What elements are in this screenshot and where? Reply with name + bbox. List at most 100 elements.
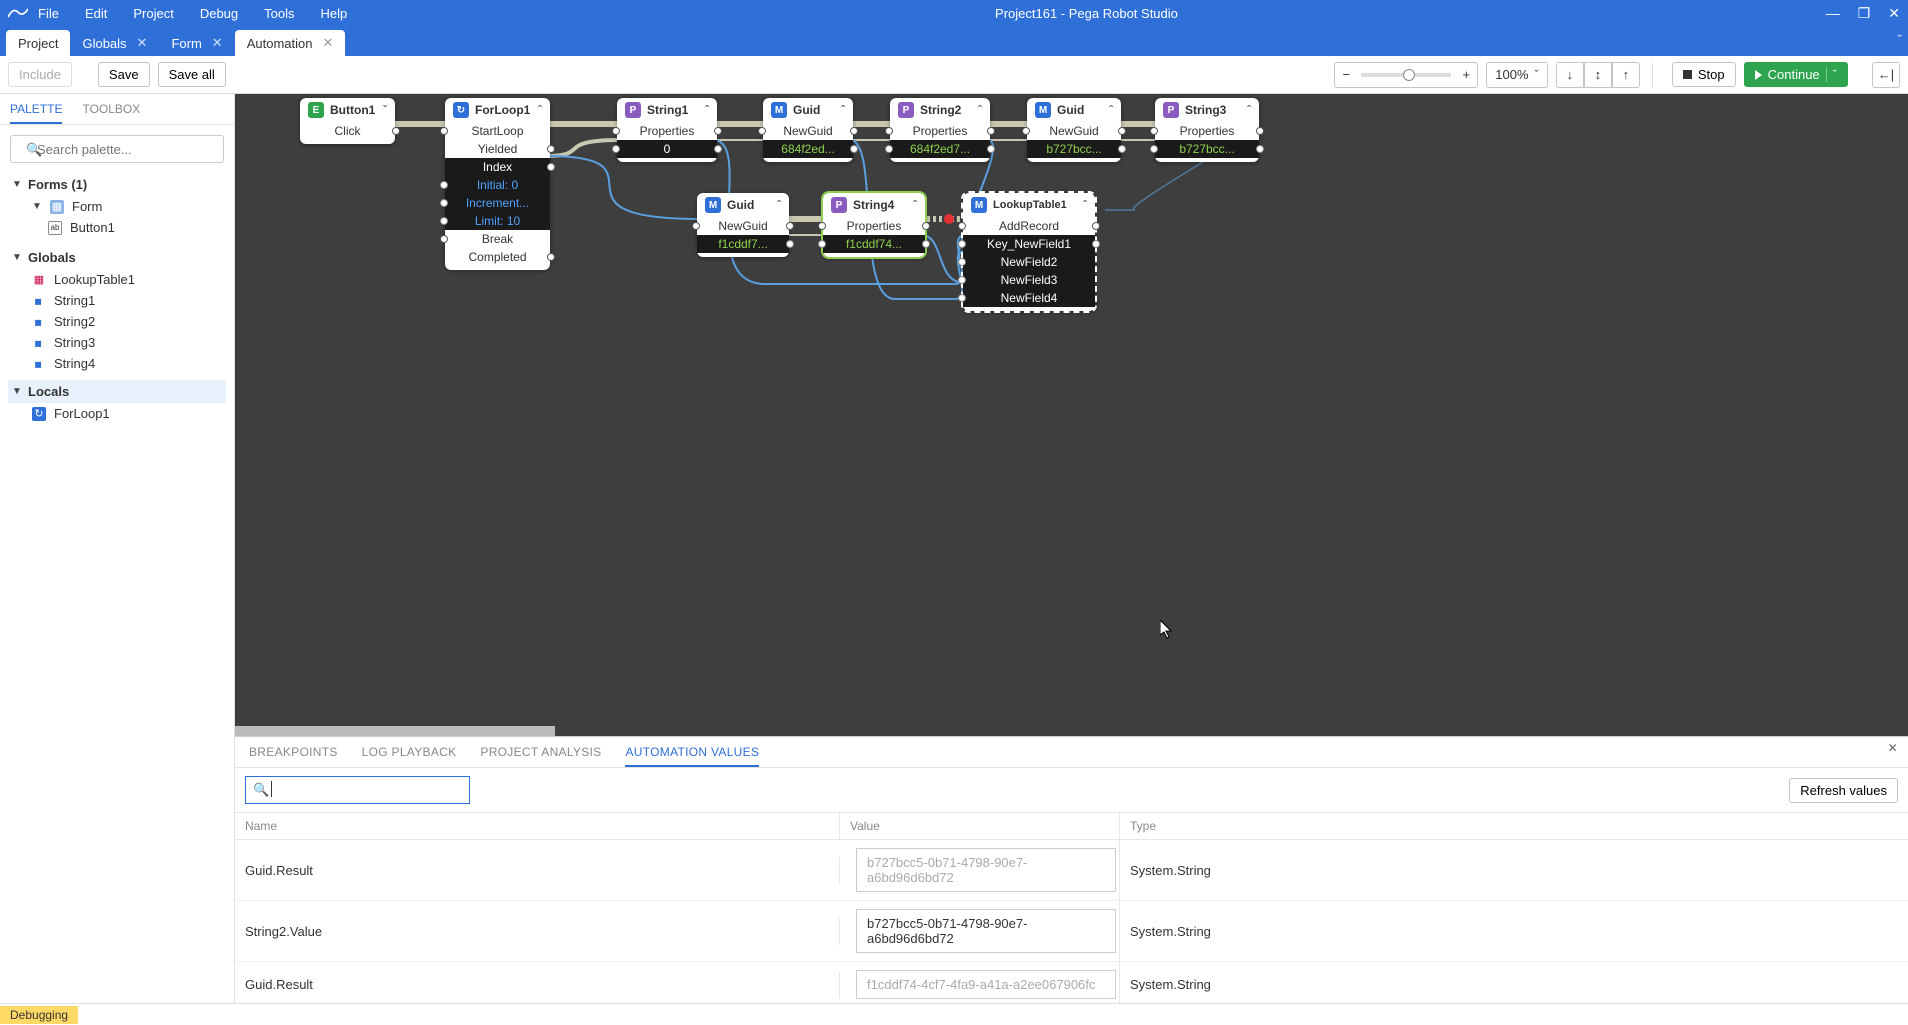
close-tab-icon[interactable]: ✕ bbox=[322, 35, 333, 51]
automation-canvas[interactable]: EButton1ˇ Click ↻ForLoop1ˆ StartLoop Yie… bbox=[235, 94, 1908, 736]
menu-tools[interactable]: Tools bbox=[264, 6, 294, 21]
close-tab-icon[interactable]: ✕ bbox=[212, 35, 223, 51]
close-panel-icon[interactable]: ✕ bbox=[1888, 741, 1898, 761]
button1-item[interactable]: abButton1 bbox=[8, 217, 226, 238]
node-guid-top2[interactable]: MGuidˆ NewGuid b727bcc... bbox=[1027, 98, 1121, 162]
chevron-down-icon[interactable]: ˇ bbox=[383, 103, 387, 117]
value-row[interactable]: Guid.Result b727bcc5-0b71-4798-90e7-a6bd… bbox=[235, 840, 1908, 901]
project-analysis-tab[interactable]: PROJECT ANALYSIS bbox=[480, 745, 601, 767]
zoom-control[interactable]: − + bbox=[1334, 62, 1478, 88]
tab-globals[interactable]: Globals✕ bbox=[70, 30, 159, 56]
maximize-icon[interactable]: ❐ bbox=[1858, 6, 1871, 20]
minimize-icon[interactable]: — bbox=[1826, 6, 1840, 20]
chevron-down-icon[interactable]: ˇ bbox=[1826, 67, 1837, 82]
menu-help[interactable]: Help bbox=[321, 6, 348, 21]
chevron-up-icon[interactable]: ˆ bbox=[1109, 103, 1113, 117]
save-button[interactable]: Save bbox=[98, 62, 150, 87]
node-string4[interactable]: PString4ˆ Properties f1cddf74... bbox=[823, 193, 925, 257]
forloop-item[interactable]: ↻ForLoop1 bbox=[8, 403, 226, 424]
column-value-header[interactable]: Value bbox=[840, 813, 1120, 839]
string2-item[interactable]: ◆String2 bbox=[8, 311, 226, 332]
palette-tree: ▼Forms (1) ▼▦Form abButton1 ▼Globals ▦Lo… bbox=[0, 173, 234, 424]
zoom-thumb[interactable] bbox=[1403, 69, 1415, 81]
string3-item[interactable]: ◆String3 bbox=[8, 332, 226, 353]
node-button1[interactable]: EButton1ˇ Click bbox=[300, 98, 395, 144]
value-row[interactable]: Guid.Result f1cddf74-4cf7-4fa9-a41a-a2ee… bbox=[235, 962, 1908, 1003]
stop-button[interactable]: Stop bbox=[1672, 62, 1736, 87]
globals-group[interactable]: ▼Globals bbox=[8, 246, 226, 269]
node-string2[interactable]: PString2ˆ Properties 684f2ed7... bbox=[890, 98, 990, 162]
node-string3[interactable]: PString3ˆ Properties b727bcc... bbox=[1155, 98, 1259, 162]
property-badge-icon: P bbox=[831, 197, 847, 213]
arrange-icon[interactable]: ↕ bbox=[1584, 62, 1612, 88]
align-up-icon[interactable]: ↑ bbox=[1612, 62, 1640, 88]
continue-label: Continue bbox=[1768, 67, 1820, 82]
tab-project[interactable]: Project bbox=[6, 30, 70, 56]
zoom-in-icon[interactable]: + bbox=[1455, 67, 1477, 82]
column-type-header[interactable]: Type bbox=[1120, 813, 1908, 839]
toolbox-tab[interactable]: TOOLBOX bbox=[82, 102, 140, 124]
close-tab-icon[interactable]: ✕ bbox=[137, 35, 148, 51]
group-label: Locals bbox=[28, 384, 69, 399]
tabs-dropdown-icon[interactable]: ˇ bbox=[1898, 32, 1902, 47]
chevron-up-icon[interactable]: ˆ bbox=[705, 103, 709, 117]
value-cell[interactable]: b727bcc5-0b71-4798-90e7-a6bd96d6bd72 bbox=[856, 909, 1116, 953]
port[interactable] bbox=[392, 127, 400, 135]
forms-group[interactable]: ▼Forms (1) bbox=[8, 173, 226, 196]
node-row: NewField4 bbox=[963, 289, 1095, 307]
node-row: NewGuid bbox=[763, 122, 853, 140]
node-title: Guid bbox=[1057, 103, 1084, 117]
lookuptable-item[interactable]: ▦LookupTable1 bbox=[8, 269, 226, 290]
chevron-up-icon[interactable]: ˆ bbox=[1083, 198, 1087, 212]
node-lookuptable1[interactable]: MLookupTable1ˆ AddRecord Key_NewField1 N… bbox=[963, 193, 1095, 311]
group-label: Globals bbox=[28, 250, 76, 265]
search-icon: 🔍 bbox=[26, 142, 42, 158]
zoom-level-dropdown[interactable]: 100% ˇ bbox=[1486, 62, 1548, 88]
chevron-up-icon[interactable]: ˆ bbox=[538, 103, 542, 117]
node-guid-bottom[interactable]: MGuidˆ NewGuid f1cddf7... bbox=[697, 193, 789, 257]
chevron-up-icon[interactable]: ˆ bbox=[841, 103, 845, 117]
close-icon[interactable]: ✕ bbox=[1888, 6, 1900, 20]
node-row: 684f2ed7... bbox=[890, 140, 990, 158]
palette-tab[interactable]: PALETTE bbox=[10, 102, 62, 124]
horizontal-scrollbar[interactable] bbox=[235, 726, 555, 736]
column-name-header[interactable]: Name bbox=[235, 813, 840, 839]
values-filter-input[interactable] bbox=[245, 776, 470, 804]
menu-project[interactable]: Project bbox=[133, 6, 173, 21]
node-forloop1[interactable]: ↻ForLoop1ˆ StartLoop Yielded Index Initi… bbox=[445, 98, 550, 270]
node-row: NewGuid bbox=[1027, 122, 1121, 140]
node-row: 684f2ed... bbox=[763, 140, 853, 158]
menu-file[interactable]: File bbox=[38, 6, 59, 21]
zoom-out-icon[interactable]: − bbox=[1335, 67, 1357, 82]
align-down-icon[interactable]: ↓ bbox=[1556, 62, 1584, 88]
stop-icon bbox=[1683, 70, 1692, 79]
back-icon[interactable]: ←| bbox=[1872, 62, 1900, 88]
breakpoints-tab[interactable]: BREAKPOINTS bbox=[249, 745, 338, 767]
chevron-up-icon[interactable]: ˆ bbox=[978, 103, 982, 117]
continue-button[interactable]: Continue ˇ bbox=[1744, 62, 1848, 87]
chevron-up-icon[interactable]: ˆ bbox=[1247, 103, 1251, 117]
loop-icon: ↻ bbox=[32, 407, 46, 421]
zoom-slider[interactable] bbox=[1361, 73, 1451, 77]
item-label: String3 bbox=[54, 335, 95, 350]
node-title: String1 bbox=[647, 103, 688, 117]
tab-automation[interactable]: Automation✕ bbox=[235, 30, 346, 56]
string4-item[interactable]: ◆String4 bbox=[8, 353, 226, 374]
string1-item[interactable]: ◆String1 bbox=[8, 290, 226, 311]
chevron-up-icon[interactable]: ˆ bbox=[913, 198, 917, 212]
node-row: b727bcc... bbox=[1155, 140, 1259, 158]
automation-values-tab[interactable]: AUTOMATION VALUES bbox=[625, 745, 759, 767]
value-row[interactable]: String2.Value b727bcc5-0b71-4798-90e7-a6… bbox=[235, 901, 1908, 962]
menu-edit[interactable]: Edit bbox=[85, 6, 107, 21]
refresh-values-button[interactable]: Refresh values bbox=[1789, 778, 1898, 803]
menu-debug[interactable]: Debug bbox=[200, 6, 238, 21]
node-guid-top1[interactable]: MGuidˆ NewGuid 684f2ed... bbox=[763, 98, 853, 162]
name-cell: String2.Value bbox=[235, 918, 840, 945]
node-string1[interactable]: PString1ˆ Properties 0 bbox=[617, 98, 717, 162]
form-item[interactable]: ▼▦Form bbox=[8, 196, 226, 217]
locals-group[interactable]: ▼Locals bbox=[8, 380, 226, 403]
log-playback-tab[interactable]: LOG PLAYBACK bbox=[362, 745, 457, 767]
tab-form[interactable]: Form✕ bbox=[159, 30, 234, 56]
chevron-up-icon[interactable]: ˆ bbox=[777, 198, 781, 212]
save-all-button[interactable]: Save all bbox=[158, 62, 226, 87]
